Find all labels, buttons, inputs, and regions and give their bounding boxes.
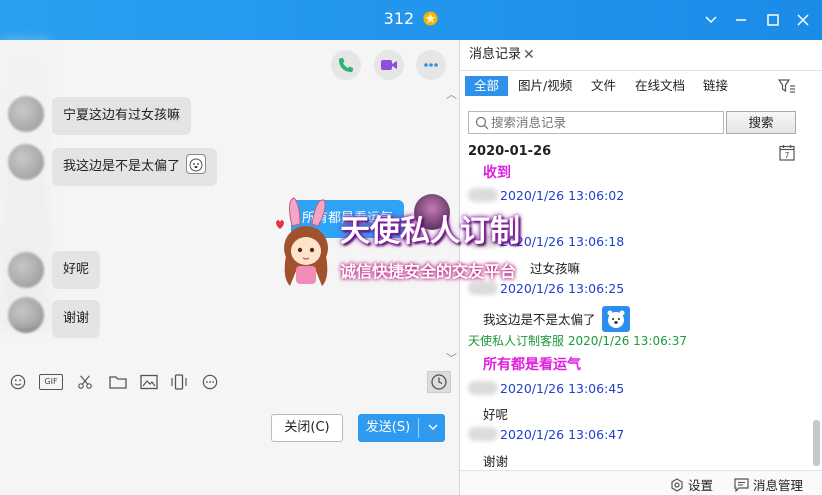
scroll-up-icon[interactable]: ︿ xyxy=(446,86,457,102)
chat-message: 谢谢 xyxy=(52,300,101,338)
send-options-chevron-icon[interactable] xyxy=(420,414,445,442)
maximize-icon[interactable] xyxy=(763,10,783,30)
message-manage-icon xyxy=(734,478,749,493)
scroll-down-icon[interactable]: ﹀ xyxy=(446,350,457,366)
send-separator xyxy=(418,418,419,438)
history-footer: 设置 消息管理 xyxy=(460,470,822,495)
blurred-name xyxy=(468,381,498,395)
filter-files[interactable]: 文件 xyxy=(591,76,616,96)
shake-icon[interactable] xyxy=(170,374,188,390)
message-text: 我这边是不是太偏了 xyxy=(63,159,181,174)
tab-message-history[interactable]: 消息记录 xyxy=(460,40,521,70)
input-toolbar: GIF xyxy=(0,366,460,398)
close-button[interactable]: 关闭(C) xyxy=(271,414,343,442)
filter-links[interactable]: 链接 xyxy=(703,76,728,96)
svg-text:7: 7 xyxy=(785,151,790,160)
history-message: 所有都是看运气 xyxy=(483,357,581,373)
search-button[interactable]: 搜索 xyxy=(726,111,796,134)
bear-emoji-icon xyxy=(186,154,207,174)
message-manage-button[interactable]: 消息管理 xyxy=(734,475,803,494)
gif-icon[interactable]: GIF xyxy=(39,374,63,390)
history-message-text: 我这边是不是太偏了 xyxy=(483,312,596,327)
history-message: 好呢 xyxy=(483,407,509,422)
bear-emoji-icon xyxy=(601,306,630,332)
title-bar: 312 xyxy=(0,0,822,40)
watermark: 天使私人订制 诚信快捷安全的交友平台 xyxy=(272,196,572,288)
history-message: 谢谢 xyxy=(483,454,509,469)
search-input[interactable] xyxy=(491,114,719,131)
emoji-icon[interactable] xyxy=(9,374,27,390)
settings-button[interactable]: 设置 xyxy=(670,475,713,494)
folder-icon[interactable] xyxy=(109,374,127,390)
phone-icon xyxy=(339,58,353,72)
star-badge-icon xyxy=(423,11,438,26)
more-icon[interactable] xyxy=(201,374,219,390)
history-message: 收到 xyxy=(483,165,511,181)
more-icon xyxy=(424,63,438,67)
settings-label: 设置 xyxy=(687,478,713,493)
tab-underline xyxy=(460,70,822,71)
close-tab-icon[interactable]: ✕ xyxy=(523,47,535,63)
gear-icon xyxy=(671,478,683,492)
calendar-icon[interactable]: 7 xyxy=(779,144,795,161)
more-options-button[interactable] xyxy=(416,50,446,80)
search-icon xyxy=(475,116,489,130)
blurred-name xyxy=(468,427,498,441)
clock-icon xyxy=(431,374,447,390)
send-button-label: 发送(S) xyxy=(365,420,411,435)
chevron-down-icon[interactable] xyxy=(701,10,721,30)
search-field[interactable] xyxy=(468,111,724,134)
date-header: 2020-01-26 xyxy=(468,144,552,159)
chat-message: 好呢 xyxy=(52,251,101,289)
message-timestamp: 2020/1/26 13:06:47 xyxy=(500,427,625,442)
scrollbar-thumb[interactable] xyxy=(813,420,820,466)
message-manage-label: 消息管理 xyxy=(752,478,803,493)
voice-call-button[interactable] xyxy=(331,50,361,80)
filter-icon[interactable] xyxy=(778,78,796,94)
filter-all[interactable]: 全部 xyxy=(465,76,509,96)
chat-message: 宁夏这边有过女孩嘛 xyxy=(52,97,192,135)
scissors-icon[interactable] xyxy=(76,374,94,390)
scrollbar[interactable] xyxy=(812,80,822,470)
window-title: 312 xyxy=(0,9,822,28)
send-button[interactable]: 发送(S) xyxy=(358,414,445,442)
message-timestamp: 2020/1/26 13:06:45 xyxy=(500,381,625,396)
watermark-subtitle: 诚信快捷安全的交友平台 xyxy=(340,262,517,281)
watermark-title: 天使私人订制 xyxy=(340,214,520,249)
anime-girl-logo-icon xyxy=(276,197,328,286)
blurred-area xyxy=(0,40,50,330)
service-timestamp: 天使私人订制客服 2020/1/26 13:06:37 xyxy=(468,334,688,348)
history-button[interactable] xyxy=(427,371,451,393)
message-text: 好呢 xyxy=(63,262,90,277)
message-text: 宁夏这边有过女孩嘛 xyxy=(63,108,181,123)
history-message: 我这边是不是太偏了 xyxy=(483,306,630,332)
window-title-text: 312 xyxy=(383,9,415,28)
chat-message: 我这边是不是太偏了 xyxy=(52,148,218,186)
message-text: 谢谢 xyxy=(63,311,90,326)
filter-media[interactable]: 图片/视频 xyxy=(518,76,572,96)
image-icon[interactable] xyxy=(140,374,158,390)
video-call-button[interactable] xyxy=(374,50,404,80)
video-icon xyxy=(381,60,397,70)
close-icon[interactable] xyxy=(793,10,813,30)
filter-docs[interactable]: 在线文档 xyxy=(635,76,685,96)
minimize-icon[interactable] xyxy=(731,10,751,30)
